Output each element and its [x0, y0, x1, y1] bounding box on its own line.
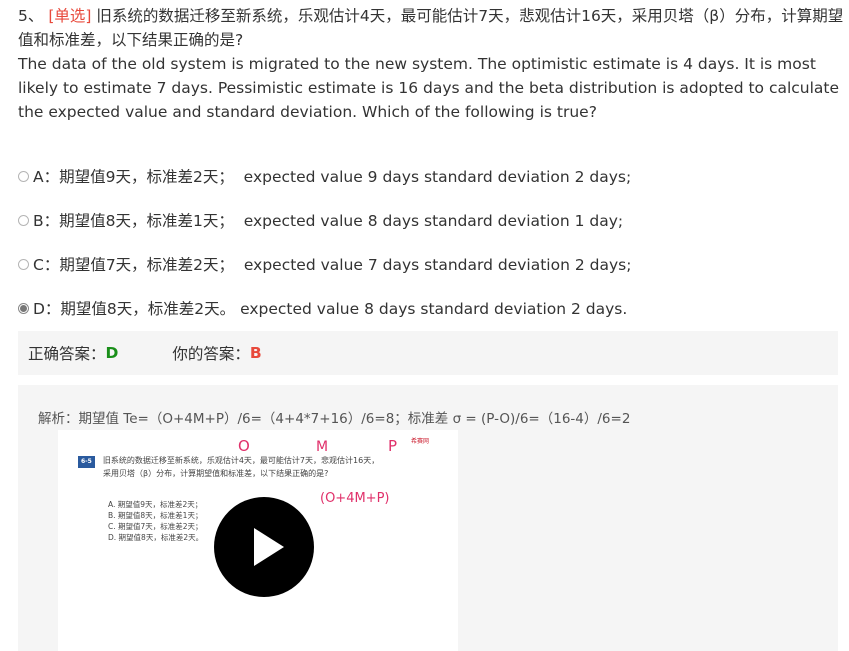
option-label: C：期望值7天，标准差2天； expected value 7 days sta… — [33, 256, 632, 274]
radio-icon[interactable] — [18, 214, 29, 226]
correct-answer-label: 正确答案： — [28, 345, 106, 363]
your-answer-label: 你的答案： — [172, 345, 250, 363]
option-label: D：期望值8天，标准差2天。 expected value 8 days sta… — [33, 300, 628, 318]
option-label: B：期望值8天，标准差1天； expected value 8 days sta… — [33, 212, 624, 230]
annotation-formula: (O+4M+P) — [320, 491, 390, 506]
option-label: A：期望值9天，标准差2天； expected value 9 days sta… — [33, 168, 632, 186]
option-a[interactable]: A：期望值9天，标准差2天； expected value 9 days sta… — [18, 154, 838, 198]
options-list: A：期望值9天，标准差2天； expected value 9 days sta… — [18, 154, 838, 330]
question-text-en: The data of the old system is migrated t… — [18, 55, 840, 121]
play-icon[interactable] — [214, 497, 314, 597]
annotation-m: M — [316, 439, 328, 455]
question-text-cn: 旧系统的数据迁移至新系统，乐观估计4天，最可能估计7天，悲观估计16天，采用贝塔… — [18, 7, 844, 49]
radio-icon[interactable] — [18, 170, 29, 182]
option-c[interactable]: C：期望值7天，标准差2天； expected value 7 days sta… — [18, 242, 838, 286]
annotation-p: P — [388, 437, 397, 455]
option-d[interactable]: D：期望值8天，标准差2天。 expected value 8 days sta… — [18, 286, 838, 330]
radio-checked-icon[interactable] — [18, 302, 29, 314]
your-answer-value: B — [249, 344, 262, 362]
question-number: 5、 — [18, 7, 44, 25]
question-type-tag: [单选] — [48, 7, 92, 25]
correct-answer-value: D — [105, 344, 119, 362]
analysis-text: 解析：期望值 Te=（O+4M+P）/6=（4+4*7+16）/6=8；标准差 … — [38, 411, 631, 427]
option-b[interactable]: B：期望值8天，标准差1天； expected value 8 days sta… — [18, 198, 838, 242]
answer-panel: 正确答案： D 你的答案： B — [18, 331, 838, 375]
radio-icon[interactable] — [18, 258, 29, 270]
annotation-o: O — [238, 437, 250, 455]
question-text: 5、 [单选] 旧系统的数据迁移至新系统，乐观估计4天，最可能估计7天，悲观估计… — [18, 4, 844, 124]
